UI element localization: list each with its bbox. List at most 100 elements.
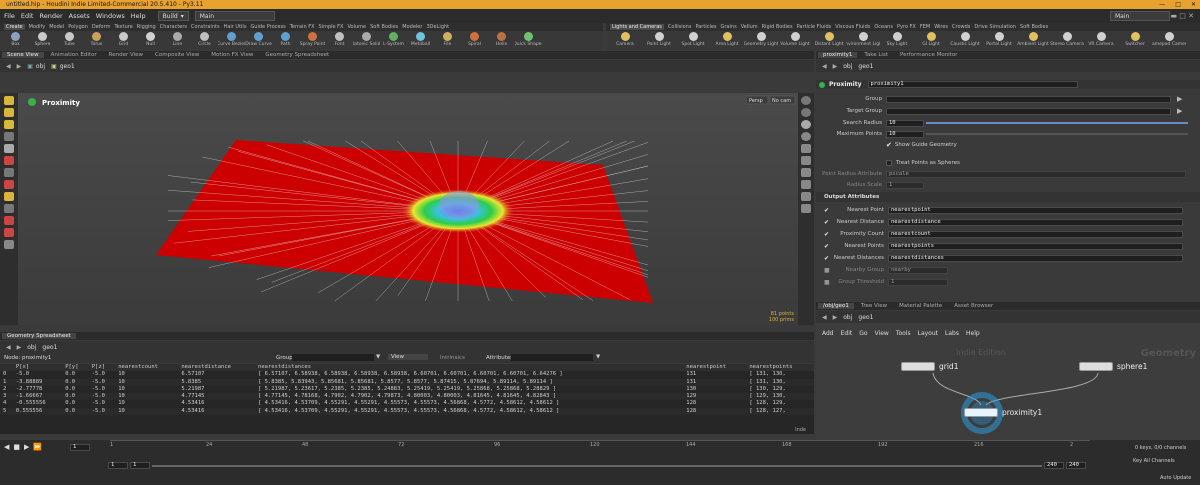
column-header[interactable]: nearestpoints: [746, 364, 814, 372]
ss-back-icon[interactable]: ◀: [6, 344, 11, 351]
scale-tool-icon[interactable]: [4, 132, 14, 141]
shelf-tab-fem[interactable]: FEM: [920, 24, 930, 30]
tool-environment-light[interactable]: Environment Light: [846, 31, 880, 50]
column-header[interactable]: nearestcount: [115, 364, 179, 372]
tool-metaball[interactable]: Metaball: [407, 31, 434, 50]
stop-icon[interactable]: ■: [13, 443, 20, 451]
tab-proximity1[interactable]: proximity1: [818, 52, 858, 58]
attr-funnel-icon[interactable]: ▼: [596, 354, 600, 360]
shelf-tab-lights-and-cameras[interactable]: Lights and Cameras: [610, 24, 664, 30]
shelf-tab-soft-bodies[interactable]: Soft Bodies: [370, 24, 398, 30]
shelf-tab-constraints[interactable]: Constraints: [191, 24, 220, 30]
tool-draw-curve[interactable]: Draw Curve: [245, 31, 272, 50]
shelf-tab-guide-process[interactable]: Guide Process: [250, 24, 285, 30]
table-row[interactable]: 2 -2.77778 0.0 -5.0 10 5.21987 [ 5.21987, 5.23…: [0, 386, 814, 393]
handle-tool-icon[interactable]: [4, 144, 14, 153]
tool-tube[interactable]: Tube: [56, 31, 83, 50]
uv-display-icon[interactable]: [801, 180, 811, 189]
tool-file[interactable]: File: [434, 31, 461, 50]
column-header[interactable]: nearestpoint: [683, 364, 747, 372]
shelf-tab-oceans[interactable]: Oceans: [874, 24, 893, 30]
target-group-field[interactable]: [886, 107, 1171, 115]
target-group-arrow-icon[interactable]: ▶: [1177, 107, 1182, 115]
net-forward-icon[interactable]: ▶: [833, 314, 838, 321]
view-tool-icon[interactable]: [4, 204, 14, 213]
net-back-icon[interactable]: ◀: [822, 314, 827, 321]
tool-platonic-solids[interactable]: Platonic Solids: [353, 31, 380, 50]
tab-animation-editor[interactable]: Animation Editor: [46, 52, 102, 58]
ghost-display-icon[interactable]: [801, 204, 811, 213]
output-field[interactable]: nearestcount: [888, 230, 1183, 238]
output-field[interactable]: 1: [888, 278, 948, 286]
minimize-icon[interactable]: —: [1159, 0, 1165, 9]
output-check-icon[interactable]: ✔: [824, 207, 832, 214]
group-input[interactable]: [292, 354, 374, 361]
shelf-tab-collisions[interactable]: Collisions: [668, 24, 692, 30]
shelf-tab-terrain-fx[interactable]: Terrain FX: [290, 24, 315, 30]
shelf-tab-rigid-bodies[interactable]: Rigid Bodies: [762, 24, 793, 30]
camera-tool-icon[interactable]: [4, 240, 14, 249]
snap-tool-icon[interactable]: [4, 192, 14, 201]
shelf-tab-polygon[interactable]: Polygon: [68, 24, 88, 30]
scene-viewport[interactable]: Proximity Persp No cam 81 points 100 pri…: [18, 93, 798, 325]
tool-quick-shapes[interactable]: Quick Shapes: [515, 31, 542, 50]
shelf-tab-rigging[interactable]: Rigging: [137, 24, 156, 30]
shelf-tab-simple-fx[interactable]: Simple FX: [319, 24, 344, 30]
shelf-tab-texture[interactable]: Texture: [114, 24, 132, 30]
display-option-icon[interactable]: [801, 96, 811, 105]
vector-display-icon[interactable]: [801, 192, 811, 201]
play-forward-icon[interactable]: ▶: [24, 443, 29, 451]
point-radius-field[interactable]: pscale: [886, 170, 1186, 178]
tool-camera[interactable]: Camera: [608, 31, 642, 50]
funnel-icon[interactable]: ▼: [376, 354, 380, 360]
table-row[interactable]: 4 -0.555556 0.0 -5.0 10 4.53416 [ 4.53416, 4.5…: [0, 400, 814, 407]
tool-point-light[interactable]: Point Light: [642, 31, 676, 50]
group-arrow-icon[interactable]: ▶: [1177, 95, 1182, 103]
play-back-icon[interactable]: ◀: [4, 443, 9, 451]
column-header[interactable]: nearestdistance: [178, 364, 256, 372]
tab-scene-view[interactable]: Scene View: [2, 52, 44, 58]
shelf-tab-pyro-fx[interactable]: Pyro FX: [897, 24, 916, 30]
search-radius-field[interactable]: 10: [886, 119, 924, 127]
output-check-icon[interactable]: ✔: [824, 243, 832, 250]
params-forward-icon[interactable]: ▶: [833, 63, 838, 70]
sculpt-tool-icon[interactable]: [4, 180, 14, 189]
current-frame-field[interactable]: 1: [70, 444, 90, 451]
shelf-tab-vellum[interactable]: Vellum: [741, 24, 758, 30]
column-header[interactable]: nearestdistances: [255, 364, 684, 372]
tab-geometry-spreadsheet[interactable]: Geometry Spreadsheet: [260, 52, 334, 58]
tool-grid[interactable]: Grid: [110, 31, 137, 50]
tool-font[interactable]: Font: [326, 31, 353, 50]
shelf-tab-particles[interactable]: Particles: [695, 24, 716, 30]
table-row[interactable]: 3 -1.66667 0.0 -5.0 10 4.77145[ 4.77145, 4.78…: [0, 393, 814, 401]
output-header[interactable]: Output Attributes: [824, 194, 879, 200]
menu-help[interactable]: Help: [131, 12, 146, 20]
shelf-tab-deform[interactable]: Deform: [92, 24, 111, 30]
shelf-tab-create[interactable]: Create: [4, 24, 25, 30]
attributes-input[interactable]: [511, 354, 593, 361]
tool-geometry-light[interactable]: Geometry Light: [744, 31, 778, 50]
intrinsics-label[interactable]: Intrinsics: [440, 355, 465, 361]
tool-portal-light[interactable]: Portal Light: [982, 31, 1016, 50]
points-display-icon[interactable]: [801, 156, 811, 165]
table-row[interactable]: 0 -5.0 0.0 -5.0 10 6.57107 [ 6.57107, 6.58938,…: [0, 371, 814, 378]
search-radius-slider[interactable]: [926, 122, 1188, 124]
tool-volume-light[interactable]: Volume Light: [778, 31, 812, 50]
geometry-spreadsheet[interactable]: P[x] P[y] P[z] nearestcount nearestdistance n…: [0, 364, 814, 434]
path-geo[interactable]: ▣ geo1: [51, 63, 75, 70]
tab-composite-view[interactable]: Composite View: [150, 52, 204, 58]
tool-curve-bezier[interactable]: Curve Bezier: [218, 31, 245, 50]
treat-spheres-checkbox[interactable]: [886, 160, 892, 166]
range-start-field[interactable]: 1: [108, 462, 128, 469]
tool-spray-paint[interactable]: Spray Paint: [299, 31, 326, 50]
menu-windows[interactable]: Windows: [96, 12, 125, 20]
column-header[interactable]: P[y]: [62, 364, 89, 372]
move-tool-icon[interactable]: [4, 108, 14, 117]
shelf-tab-viscous-fluids[interactable]: Viscous Fluids: [835, 24, 870, 30]
ruler-tool-icon[interactable]: [4, 216, 14, 225]
output-field[interactable]: nearestpoints: [888, 242, 1183, 250]
shelf-tab-model[interactable]: Model: [49, 24, 64, 30]
forward-arrow-icon[interactable]: ▶: [17, 63, 22, 70]
tool-distant-light[interactable]: Distant Light: [812, 31, 846, 50]
tool-sky-light[interactable]: Sky Light: [880, 31, 914, 50]
